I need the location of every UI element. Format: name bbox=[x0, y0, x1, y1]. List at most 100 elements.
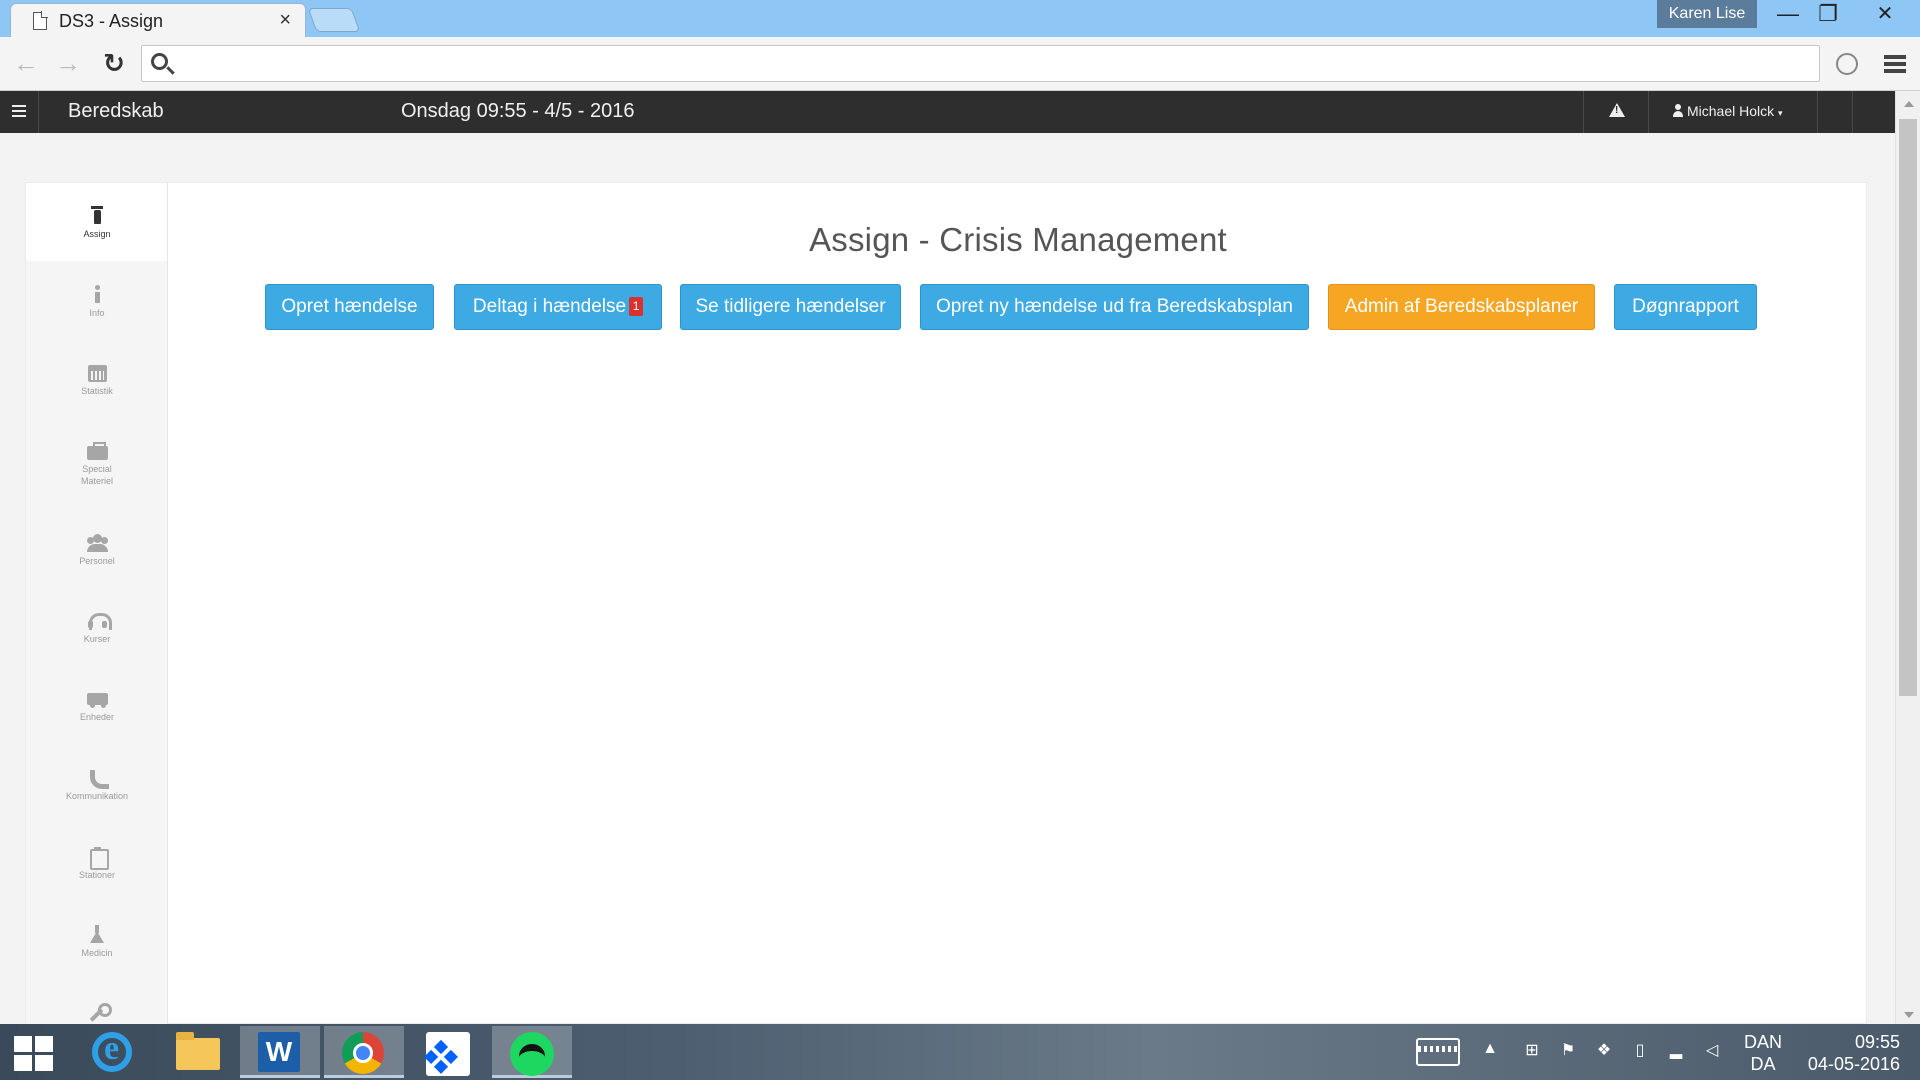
sidebar-item-kurser[interactable]: Kurser bbox=[26, 588, 167, 666]
word-icon[interactable]: W bbox=[240, 1026, 320, 1078]
opret-fra-beredskabsplan-button[interactable]: Opret ny hændelse ud fra Beredskabsplan bbox=[920, 284, 1309, 330]
sidebar-item-stationer[interactable]: Stationer bbox=[26, 824, 167, 902]
navbar-divider bbox=[38, 91, 39, 133]
sidebar-item-label: Kommunikation bbox=[65, 791, 129, 801]
sidebar-item-statistik[interactable]: Statistik bbox=[26, 340, 167, 418]
calendar-icon bbox=[87, 362, 107, 382]
flask-icon bbox=[87, 924, 107, 944]
opret-haendelse-button[interactable]: Opret hændelse bbox=[265, 284, 434, 330]
side-nav: Assign Info Statistik Special Materiel P… bbox=[26, 183, 168, 1025]
button-label: Admin af Beredskabsplaner bbox=[1344, 296, 1579, 317]
page-title: Assign - Crisis Management bbox=[809, 221, 1227, 258]
sidebar-item-label: Info bbox=[89, 308, 105, 318]
sidebar-item-special-materiel[interactable]: Special Materiel bbox=[26, 418, 167, 496]
headset-icon bbox=[87, 610, 112, 630]
tab-close-icon[interactable]: × bbox=[279, 9, 291, 32]
group-icon bbox=[87, 532, 108, 552]
info-icon bbox=[87, 284, 107, 304]
caret-down-icon: ▾ bbox=[1778, 108, 1783, 118]
show-hidden-icons-icon[interactable]: ▲ bbox=[1480, 1040, 1500, 1062]
briefcase-icon bbox=[87, 440, 108, 460]
navbar-divider bbox=[1583, 91, 1584, 133]
clipboard-icon bbox=[87, 846, 109, 870]
sidebar-item-medicin[interactable]: Medicin bbox=[26, 902, 167, 980]
battery-icon[interactable]: ▯ bbox=[1630, 1040, 1650, 1062]
language-code: DAN bbox=[1743, 1032, 1782, 1052]
file-explorer-icon[interactable] bbox=[156, 1026, 236, 1078]
windows-start-icon[interactable] bbox=[14, 1036, 54, 1072]
sidebar-item-label: Stationer bbox=[78, 870, 116, 880]
sidebar-item-info[interactable]: Info bbox=[26, 262, 167, 340]
sidebar-item-assign[interactable]: Assign bbox=[26, 183, 167, 261]
page-icon bbox=[33, 11, 48, 30]
button-label: Opret hændelse bbox=[281, 296, 418, 317]
app-brand[interactable]: Beredskab bbox=[68, 100, 164, 123]
doegnrapport-button[interactable]: Døgnrapport bbox=[1614, 284, 1757, 330]
input-language-indicator[interactable]: DAN DA bbox=[1738, 1031, 1788, 1075]
scroll-down-icon[interactable] bbox=[1904, 1012, 1914, 1018]
fire-extinguisher-icon bbox=[87, 205, 107, 225]
network-icon[interactable]: ▂ bbox=[1666, 1040, 1686, 1062]
browser-tab-active[interactable]: DS3 - Assign × bbox=[10, 3, 306, 37]
sidebar-item-label: Personel bbox=[79, 556, 115, 566]
sidebar-item-personel[interactable]: Personel bbox=[26, 510, 167, 588]
scroll-thumb[interactable] bbox=[1899, 119, 1917, 696]
chrome-icon[interactable] bbox=[324, 1026, 404, 1078]
button-label: Se tidligere hændelser bbox=[695, 296, 886, 317]
admin-beredskabsplaner-button[interactable]: Admin af Beredskabsplaner bbox=[1328, 284, 1595, 330]
user-icon bbox=[1672, 104, 1684, 117]
windows-taskbar: W ▲ ⊞ ⚑ ❖ ▯ ▂ ◁ DAN DA 09:55 04-05-2016 bbox=[0, 1024, 1920, 1080]
user-name: Michael Holck bbox=[1687, 103, 1775, 119]
button-label: Deltag i hændelse bbox=[472, 296, 627, 317]
sidebar-item-label: Special Materiel bbox=[80, 464, 113, 486]
dropbox-tray-icon[interactable]: ❖ bbox=[1594, 1040, 1614, 1062]
main-card: Assign Info Statistik Special Materiel P… bbox=[25, 182, 1867, 1025]
clock-date: 04-05-2016 bbox=[1807, 1054, 1900, 1074]
browser-toolbar: ← → ↻ bbox=[0, 37, 1920, 91]
scroll-up-icon[interactable] bbox=[1904, 101, 1914, 107]
internet-explorer-icon[interactable] bbox=[72, 1026, 152, 1078]
hamburger-menu-icon[interactable] bbox=[12, 105, 26, 117]
sidebar-item-label: Enheder bbox=[79, 712, 115, 722]
sidebar-item-kommunikation[interactable]: Kommunikation bbox=[26, 745, 167, 823]
button-label: Opret ny hændelse ud fra Beredskabsplan bbox=[936, 296, 1293, 317]
page-scrollbar[interactable] bbox=[1895, 91, 1920, 1024]
sidebar-item-enheder[interactable]: Enheder bbox=[26, 666, 167, 744]
wrench-icon bbox=[87, 1002, 112, 1022]
browser-menu-icon[interactable] bbox=[1884, 55, 1906, 73]
tab-title: DS3 - Assign bbox=[59, 11, 164, 31]
sidebar-item-label: Statistik bbox=[81, 386, 113, 396]
restore-button[interactable]: ❐ bbox=[1806, 0, 1850, 30]
phone-icon bbox=[87, 767, 109, 789]
navbar-datetime: Onsdag 09:55 - 4/5 - 2016 bbox=[401, 100, 635, 122]
se-tidligere-haendelser-button[interactable]: Se tidligere hændelser bbox=[680, 284, 901, 330]
search-icon bbox=[151, 53, 168, 70]
volume-icon[interactable]: ◁ bbox=[1702, 1040, 1722, 1062]
button-label: Døgnrapport bbox=[1632, 296, 1739, 317]
new-tab-button[interactable] bbox=[307, 8, 361, 32]
navbar-divider bbox=[1648, 91, 1649, 133]
windows-icon[interactable]: ⊞ bbox=[1522, 1040, 1542, 1062]
clock-time: 09:55 bbox=[1854, 1032, 1900, 1052]
dropbox-icon[interactable] bbox=[408, 1026, 488, 1078]
action-center-flag-icon[interactable]: ⚑ bbox=[1558, 1040, 1578, 1062]
close-window-button[interactable]: ✕ bbox=[1860, 0, 1910, 30]
user-menu[interactable]: Michael Holck ▾ bbox=[1672, 103, 1783, 119]
deltag-i-haendelse-button[interactable]: Deltag i hændelse 1 bbox=[454, 284, 662, 330]
touch-keyboard-icon[interactable] bbox=[1416, 1038, 1460, 1066]
ambulance-icon bbox=[87, 688, 108, 708]
sidebar-item-tools[interactable] bbox=[26, 980, 167, 1025]
forward-arrow-icon[interactable]: → bbox=[52, 47, 84, 79]
sidebar-item-label: Kurser bbox=[83, 634, 111, 644]
reload-icon[interactable]: ↻ bbox=[98, 47, 130, 79]
back-arrow-icon[interactable]: ← bbox=[10, 47, 42, 79]
warning-icon[interactable] bbox=[1609, 103, 1625, 117]
system-clock[interactable]: 09:55 04-05-2016 bbox=[1790, 1031, 1900, 1075]
address-bar[interactable] bbox=[141, 45, 1820, 82]
sidebar-item-label: Medicin bbox=[81, 948, 113, 958]
navbar-divider bbox=[1852, 91, 1853, 133]
profile-button[interactable]: Karen Lise bbox=[1657, 0, 1757, 28]
extension-icon[interactable] bbox=[1836, 53, 1858, 75]
spotify-icon[interactable] bbox=[492, 1026, 572, 1078]
minimize-button[interactable]: — bbox=[1766, 0, 1810, 30]
